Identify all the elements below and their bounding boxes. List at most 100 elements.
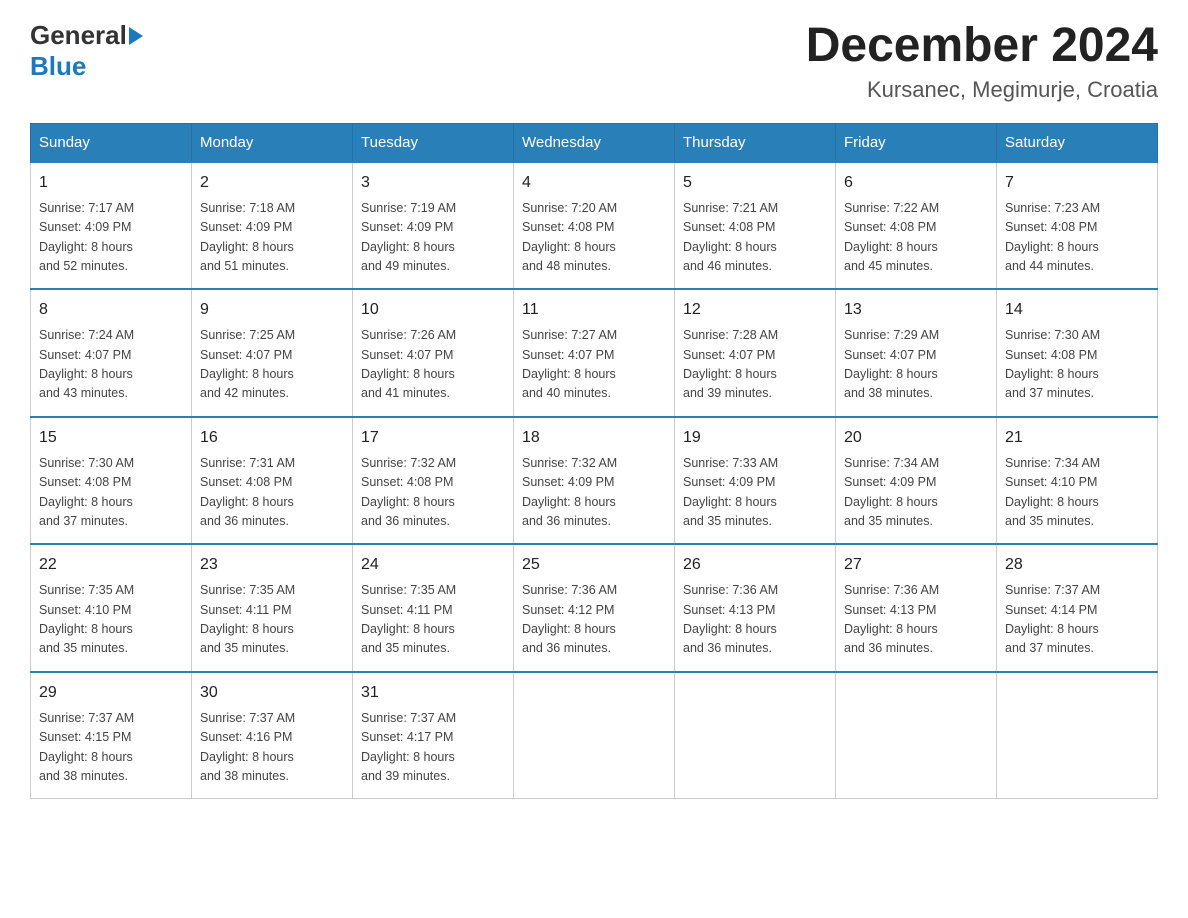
table-row: 26Sunrise: 7:36 AMSunset: 4:13 PMDayligh… <box>675 544 836 672</box>
day-info: Sunrise: 7:29 AMSunset: 4:07 PMDaylight:… <box>844 326 988 404</box>
day-info: Sunrise: 7:28 AMSunset: 4:07 PMDaylight:… <box>683 326 827 404</box>
header-tuesday: Tuesday <box>353 123 514 162</box>
table-row: 25 Sunrise: 7:36 AMSunset: 4:12 PMDayligh… <box>514 544 675 672</box>
day-info: Sunrise: 7:37 AMSunset: 4:17 PMDaylight:… <box>361 709 505 787</box>
page-header: General Blue December 2024 Kursanec, Meg… <box>30 20 1158 103</box>
day-number: 12 <box>683 298 827 322</box>
day-info: Sunrise: 7:34 AMSunset: 4:10 PMDaylight:… <box>1005 454 1149 532</box>
day-number: 26 <box>683 553 827 577</box>
day-number: 1 <box>39 171 183 195</box>
day-info: Sunrise: 7:24 AMSunset: 4:07 PMDaylight:… <box>39 326 183 404</box>
day-info: Sunrise: 7:31 AMSunset: 4:08 PMDaylight:… <box>200 454 344 532</box>
table-row: 31 Sunrise: 7:37 AMSunset: 4:17 PMDayligh… <box>353 672 514 799</box>
table-row <box>997 672 1158 799</box>
day-number: 28 <box>1005 553 1149 577</box>
calendar-subtitle: Kursanec, Megimurje, Croatia <box>806 77 1158 103</box>
day-info: Sunrise: 7:27 AMSunset: 4:07 PMDaylight:… <box>522 326 666 404</box>
day-number: 3 <box>361 171 505 195</box>
day-number: 11 <box>522 298 666 322</box>
day-number: 29 <box>39 681 183 705</box>
table-row: 1 Sunrise: 7:17 AMSunset: 4:09 PMDaylight… <box>31 162 192 290</box>
table-row: 10 Sunrise: 7:26 AMSunset: 4:07 PMDayligh… <box>353 289 514 417</box>
day-info: Sunrise: 7:34 AMSunset: 4:09 PMDaylight:… <box>844 454 988 532</box>
day-number: 24 <box>361 553 505 577</box>
calendar-table: Sunday Monday Tuesday Wednesday Thursday… <box>30 123 1158 800</box>
day-info: Sunrise: 7:30 AMSunset: 4:08 PMDaylight:… <box>39 454 183 532</box>
day-info: Sunrise: 7:21 AMSunset: 4:08 PMDaylight:… <box>683 199 827 277</box>
day-info: Sunrise: 7:25 AMSunset: 4:07 PMDaylight:… <box>200 326 344 404</box>
day-number: 7 <box>1005 171 1149 195</box>
day-info: Sunrise: 7:37 AMSunset: 4:15 PMDaylight:… <box>39 709 183 787</box>
day-info: Sunrise: 7:17 AMSunset: 4:09 PMDaylight:… <box>39 199 183 277</box>
day-number: 23 <box>200 553 344 577</box>
day-info: Sunrise: 7:37 AMSunset: 4:16 PMDaylight:… <box>200 709 344 787</box>
calendar-week-row: 22 Sunrise: 7:35 AMSunset: 4:10 PMDayligh… <box>31 544 1158 672</box>
day-info: Sunrise: 7:36 AMSunset: 4:13 PMDaylight:… <box>844 581 988 659</box>
day-info: Sunrise: 7:30 AMSunset: 4:08 PMDaylight:… <box>1005 326 1149 404</box>
calendar-week-row: 29 Sunrise: 7:37 AMSunset: 4:15 PMDayligh… <box>31 672 1158 799</box>
logo: General Blue <box>30 20 145 82</box>
day-info: Sunrise: 7:37 AMSunset: 4:14 PMDaylight:… <box>1005 581 1149 659</box>
logo-general-text: General <box>30 20 127 51</box>
day-info: Sunrise: 7:22 AMSunset: 4:08 PMDaylight:… <box>844 199 988 277</box>
table-row: 6Sunrise: 7:22 AMSunset: 4:08 PMDaylight… <box>836 162 997 290</box>
day-number: 25 <box>522 553 666 577</box>
day-info: Sunrise: 7:32 AMSunset: 4:09 PMDaylight:… <box>522 454 666 532</box>
day-number: 31 <box>361 681 505 705</box>
calendar-week-row: 8 Sunrise: 7:24 AMSunset: 4:07 PMDaylight… <box>31 289 1158 417</box>
table-row <box>514 672 675 799</box>
header-friday: Friday <box>836 123 997 162</box>
header-thursday: Thursday <box>675 123 836 162</box>
table-row: 2Sunrise: 7:18 AMSunset: 4:09 PMDaylight… <box>192 162 353 290</box>
day-info: Sunrise: 7:33 AMSunset: 4:09 PMDaylight:… <box>683 454 827 532</box>
table-row: 4Sunrise: 7:20 AMSunset: 4:08 PMDaylight… <box>514 162 675 290</box>
calendar-header-row: Sunday Monday Tuesday Wednesday Thursday… <box>31 123 1158 162</box>
day-number: 8 <box>39 298 183 322</box>
table-row: 30 Sunrise: 7:37 AMSunset: 4:16 PMDayligh… <box>192 672 353 799</box>
header-monday: Monday <box>192 123 353 162</box>
day-number: 21 <box>1005 426 1149 450</box>
day-number: 10 <box>361 298 505 322</box>
day-number: 2 <box>200 171 344 195</box>
day-number: 5 <box>683 171 827 195</box>
table-row: 12 Sunrise: 7:28 AMSunset: 4:07 PMDayligh… <box>675 289 836 417</box>
header-sunday: Sunday <box>31 123 192 162</box>
table-row: 29 Sunrise: 7:37 AMSunset: 4:15 PMDayligh… <box>31 672 192 799</box>
table-row: 8 Sunrise: 7:24 AMSunset: 4:07 PMDaylight… <box>31 289 192 417</box>
table-row: 3 Sunrise: 7:19 AMSunset: 4:09 PMDaylight… <box>353 162 514 290</box>
day-number: 19 <box>683 426 827 450</box>
day-info: Sunrise: 7:35 AMSunset: 4:11 PMDaylight:… <box>200 581 344 659</box>
calendar-week-row: 15 Sunrise: 7:30 AMSunset: 4:08 PMDayligh… <box>31 417 1158 545</box>
table-row: 14 Sunrise: 7:30 AMSunset: 4:08 PMDayligh… <box>997 289 1158 417</box>
day-info: Sunrise: 7:36 AMSunset: 4:12 PMDaylight:… <box>522 581 666 659</box>
day-number: 30 <box>200 681 344 705</box>
header-wednesday: Wednesday <box>514 123 675 162</box>
table-row: 13 Sunrise: 7:29 AMSunset: 4:07 PMDayligh… <box>836 289 997 417</box>
table-row: 9 Sunrise: 7:25 AMSunset: 4:07 PMDaylight… <box>192 289 353 417</box>
day-info: Sunrise: 7:23 AMSunset: 4:08 PMDaylight:… <box>1005 199 1149 277</box>
day-number: 14 <box>1005 298 1149 322</box>
day-number: 9 <box>200 298 344 322</box>
logo-blue-text: Blue <box>30 51 86 81</box>
table-row: 15 Sunrise: 7:30 AMSunset: 4:08 PMDayligh… <box>31 417 192 545</box>
table-row: 23 Sunrise: 7:35 AMSunset: 4:11 PMDayligh… <box>192 544 353 672</box>
day-info: Sunrise: 7:26 AMSunset: 4:07 PMDaylight:… <box>361 326 505 404</box>
table-row: 5 Sunrise: 7:21 AMSunset: 4:08 PMDaylight… <box>675 162 836 290</box>
calendar-title: December 2024 <box>806 20 1158 73</box>
day-number: 22 <box>39 553 183 577</box>
table-row: 7 Sunrise: 7:23 AMSunset: 4:08 PMDaylight… <box>997 162 1158 290</box>
day-number: 13 <box>844 298 988 322</box>
day-number: 18 <box>522 426 666 450</box>
table-row: 22 Sunrise: 7:35 AMSunset: 4:10 PMDayligh… <box>31 544 192 672</box>
table-row: 18 Sunrise: 7:32 AMSunset: 4:09 PMDayligh… <box>514 417 675 545</box>
table-row: 28 Sunrise: 7:37 AMSunset: 4:14 PMDayligh… <box>997 544 1158 672</box>
day-info: Sunrise: 7:35 AMSunset: 4:10 PMDaylight:… <box>39 581 183 659</box>
table-row <box>836 672 997 799</box>
table-row: 27Sunrise: 7:36 AMSunset: 4:13 PMDayligh… <box>836 544 997 672</box>
day-number: 15 <box>39 426 183 450</box>
day-number: 20 <box>844 426 988 450</box>
table-row: 20 Sunrise: 7:34 AMSunset: 4:09 PMDayligh… <box>836 417 997 545</box>
day-number: 16 <box>200 426 344 450</box>
day-info: Sunrise: 7:19 AMSunset: 4:09 PMDaylight:… <box>361 199 505 277</box>
table-row: 17Sunrise: 7:32 AMSunset: 4:08 PMDayligh… <box>353 417 514 545</box>
